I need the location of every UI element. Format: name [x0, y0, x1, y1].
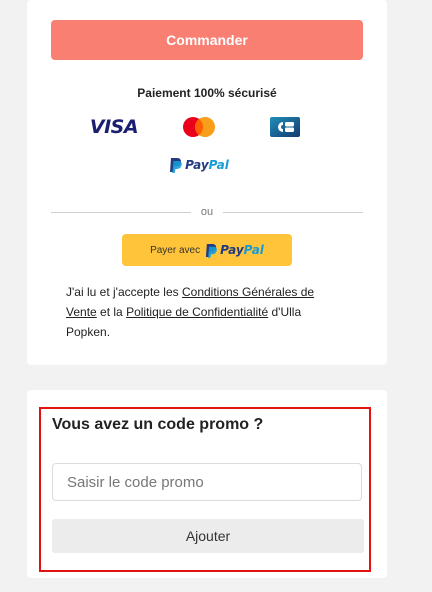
checkout-card: Commander Paiement 100% sécurisé VISA Pa… [27, 0, 387, 365]
visa-logo-text: VISA [89, 116, 139, 138]
secure-payment-label: Paiement 100% sécurisé [137, 86, 277, 100]
mastercard-logo [179, 114, 219, 140]
promo-code-input[interactable] [52, 463, 362, 501]
divider-line-left [51, 211, 191, 213]
cb-card-icon [270, 117, 300, 137]
cb-logo [269, 116, 301, 138]
or-divider: ou [51, 204, 363, 220]
paypal-p-icon [206, 243, 217, 258]
terms-text: J'ai lu et j'accepte les Conditions Géné… [66, 282, 328, 342]
add-promo-button[interactable]: Ajouter [52, 519, 364, 553]
divider-line-right [223, 211, 363, 213]
privacy-policy-link[interactable]: Politique de Confidentialité [126, 305, 268, 319]
paypal-logo-pal: Pal [208, 158, 229, 172]
order-button-label: Commander [166, 32, 248, 48]
paypal-logo: Pay Pal [167, 154, 231, 176]
paypal-checkout-button[interactable]: Payer avec Pay Pal [122, 234, 292, 266]
paypal-p-icon [170, 158, 182, 173]
paypal-logo-pay: Pay [185, 158, 209, 172]
visa-logo: VISA [89, 116, 139, 138]
promo-section: Vous avez un code promo ? Ajouter [39, 407, 371, 572]
or-label: ou [200, 206, 214, 218]
terms-part2: et la [96, 305, 127, 319]
mastercard-icon [183, 117, 215, 137]
terms-part1: J'ai lu et j'accepte les [66, 285, 182, 299]
paypal-button-prefix: Payer avec [150, 244, 201, 256]
order-button[interactable]: Commander [51, 20, 363, 60]
paypal-button-pay: Pay [220, 243, 244, 257]
paypal-button-pal: Pal [243, 243, 264, 257]
add-promo-button-label: Ajouter [185, 528, 231, 544]
promo-title: Vous avez un code promo ? [52, 416, 264, 433]
